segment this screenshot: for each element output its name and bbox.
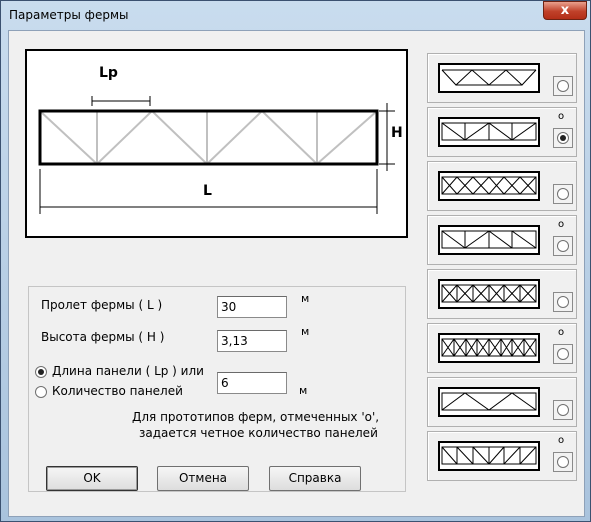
prototype-4-even-mark: o (558, 219, 565, 230)
panel-unit: м (299, 384, 308, 397)
panel-length-label[interactable]: Длина панели ( Lp ) или (52, 364, 204, 378)
truss-prototype-7-icon (438, 387, 540, 417)
prototype-1[interactable] (427, 53, 577, 103)
span-label: Пролет фермы ( L ) (41, 298, 163, 312)
prototype-8[interactable]: o (427, 431, 577, 481)
panel-count-radio[interactable] (35, 386, 47, 398)
panel-input[interactable] (217, 372, 287, 394)
prototype-4[interactable]: o (427, 215, 577, 265)
prototype-5-radio[interactable] (557, 296, 569, 308)
cancel-button[interactable]: Отмена (157, 466, 249, 491)
truss-prototype-6-icon (438, 333, 540, 363)
prototype-3[interactable] (427, 161, 577, 211)
close-button[interactable]: x (543, 1, 587, 20)
prototype-1-radio[interactable] (557, 80, 569, 92)
prototype-3-selector[interactable] (553, 184, 573, 204)
panel-length-radio[interactable] (35, 366, 47, 378)
help-button[interactable]: Справка (269, 466, 361, 491)
truss-prototype-2-icon (438, 117, 540, 147)
prototype-8-even-mark: o (558, 435, 565, 446)
ok-button[interactable]: OK (46, 466, 138, 491)
l-label: L (203, 183, 212, 199)
window-title: Параметры фермы (9, 8, 129, 22)
prototype-2-radio[interactable] (557, 132, 569, 144)
truss-prototype-5-icon (438, 279, 540, 309)
prototype-7-radio[interactable] (557, 404, 569, 416)
height-input[interactable] (217, 330, 287, 352)
dialog-client: Lp H L Пролет фермы ( L ) м Высота фермы… (8, 30, 585, 517)
prototype-5-selector[interactable] (553, 292, 573, 312)
note-line-2: задается четное количество панелей (139, 426, 378, 440)
prototype-1-selector[interactable] (553, 76, 573, 96)
prototype-3-radio[interactable] (557, 188, 569, 200)
height-label: Высота фермы ( H ) (41, 330, 165, 344)
lp-label: Lp (99, 65, 118, 81)
prototype-4-radio[interactable] (557, 240, 569, 252)
prototype-6-selector[interactable] (553, 344, 573, 364)
close-icon: x (560, 3, 570, 18)
truss-prototype-1-icon (438, 63, 540, 93)
span-input[interactable] (217, 296, 287, 318)
prototype-4-selector[interactable] (553, 236, 573, 256)
truss-prototype-8-icon (438, 441, 540, 471)
prototype-5[interactable] (427, 269, 577, 319)
span-unit: м (301, 292, 310, 305)
prototype-6[interactable]: o (427, 323, 577, 373)
prototype-8-radio[interactable] (557, 456, 569, 468)
prototype-6-even-mark: o (558, 327, 565, 338)
truss-prototype-4-icon (438, 225, 540, 255)
dialog-window: Параметры фермы x Lp H L Пролет фермы (… (0, 0, 591, 522)
note-line-1: Для прототипов ферм, отмеченных 'о', (132, 410, 380, 424)
title-bar[interactable]: Параметры фермы x (1, 1, 590, 29)
panel-count-label[interactable]: Количество панелей (52, 384, 183, 398)
prototype-2-selector[interactable] (553, 128, 573, 148)
truss-diagram: Lp H L (25, 49, 408, 238)
prototype-2-even-mark: o (558, 111, 565, 122)
h-label: H (391, 125, 403, 141)
truss-diagram-svg (38, 96, 395, 214)
prototype-7-selector[interactable] (553, 400, 573, 420)
truss-prototype-3-icon (438, 171, 540, 201)
prototype-6-radio[interactable] (557, 348, 569, 360)
prototype-8-selector[interactable] (553, 452, 573, 472)
prototype-7[interactable] (427, 377, 577, 427)
height-unit: м (301, 325, 310, 338)
prototype-2[interactable]: o (427, 107, 577, 157)
parameters-group: Пролет фермы ( L ) м Высота фермы ( H ) … (28, 286, 406, 492)
